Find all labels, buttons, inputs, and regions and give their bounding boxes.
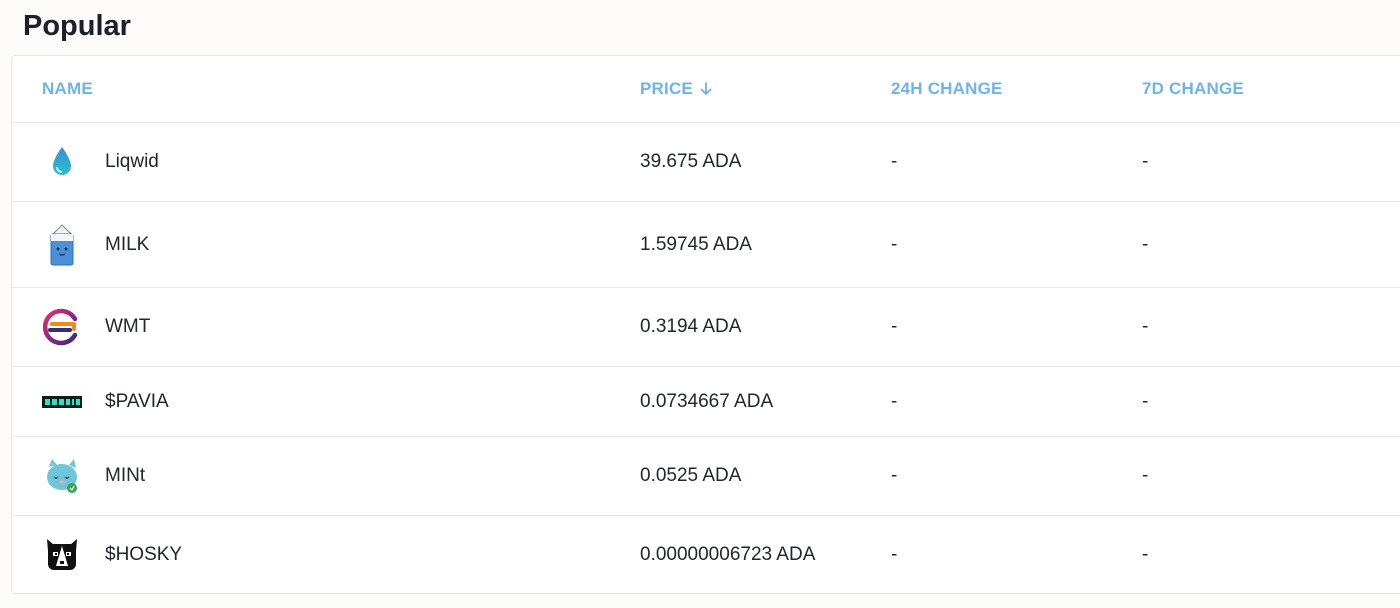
token-price: 1.59745 ADA <box>640 233 752 255</box>
table-row[interactable]: WMT 0.3194 ADA - - <box>12 288 1400 367</box>
column-header-price[interactable]: PRICE <box>640 56 712 122</box>
column-header-price-label: PRICE <box>640 79 693 98</box>
token-price: 0.3194 ADA <box>640 316 742 337</box>
token-7d-change: - <box>1142 390 1149 412</box>
column-header-24h-change[interactable]: 24H CHANGE <box>891 56 1003 122</box>
token-24h-change: - <box>891 544 898 565</box>
token-24h-change: - <box>891 316 898 337</box>
token-price: 39.675 ADA <box>640 151 742 172</box>
token-name: MINt <box>105 465 146 486</box>
token-24h-change: - <box>891 465 898 486</box>
page-title: Popular <box>23 10 131 42</box>
table-row[interactable]: $PAVIA 0.0734667 ADA - - <box>12 367 1400 437</box>
arrow-down-icon <box>700 82 712 95</box>
token-price: 0.0525 ADA <box>640 465 742 486</box>
token-7d-change: - <box>1142 544 1149 565</box>
token-7d-change: - <box>1142 316 1149 337</box>
token-24h-change: - <box>891 233 898 255</box>
pavia-logo-icon <box>42 382 82 422</box>
token-name: $PAVIA <box>105 390 169 412</box>
token-price: 0.00000006723 ADA <box>640 544 816 565</box>
mint-cat-icon <box>42 456 82 496</box>
token-24h-change: - <box>891 151 898 172</box>
wmt-logo-icon <box>42 307 82 347</box>
liqwid-drop-icon <box>42 142 82 182</box>
token-7d-change: - <box>1142 233 1149 255</box>
token-7d-change: - <box>1142 151 1149 172</box>
token-24h-change: - <box>891 390 898 412</box>
milk-carton-icon <box>42 223 82 265</box>
token-7d-change: - <box>1142 465 1149 486</box>
table-header-row: NAME PRICE 24H CHANGE 7D CHANGE <box>12 56 1400 123</box>
table-row[interactable]: MILK 1.59745 ADA - - <box>12 202 1400 288</box>
popular-tokens-table: NAME PRICE 24H CHANGE 7D CHANGE Liqwid 3… <box>11 55 1400 594</box>
token-name: Liqwid <box>105 151 159 172</box>
table-row[interactable]: MINt 0.0525 ADA - - <box>12 437 1400 516</box>
hosky-dog-icon <box>42 535 82 575</box>
token-name: $HOSKY <box>105 544 183 565</box>
token-name: WMT <box>105 316 151 337</box>
token-name: MILK <box>105 233 150 255</box>
table-row[interactable]: Liqwid 39.675 ADA - - <box>12 123 1400 202</box>
token-price: 0.0734667 ADA <box>640 390 774 412</box>
table-row[interactable]: $HOSKY 0.00000006723 ADA - - <box>12 516 1400 593</box>
column-header-7d-change[interactable]: 7D CHANGE <box>1142 56 1244 122</box>
column-header-name[interactable]: NAME <box>42 56 93 122</box>
